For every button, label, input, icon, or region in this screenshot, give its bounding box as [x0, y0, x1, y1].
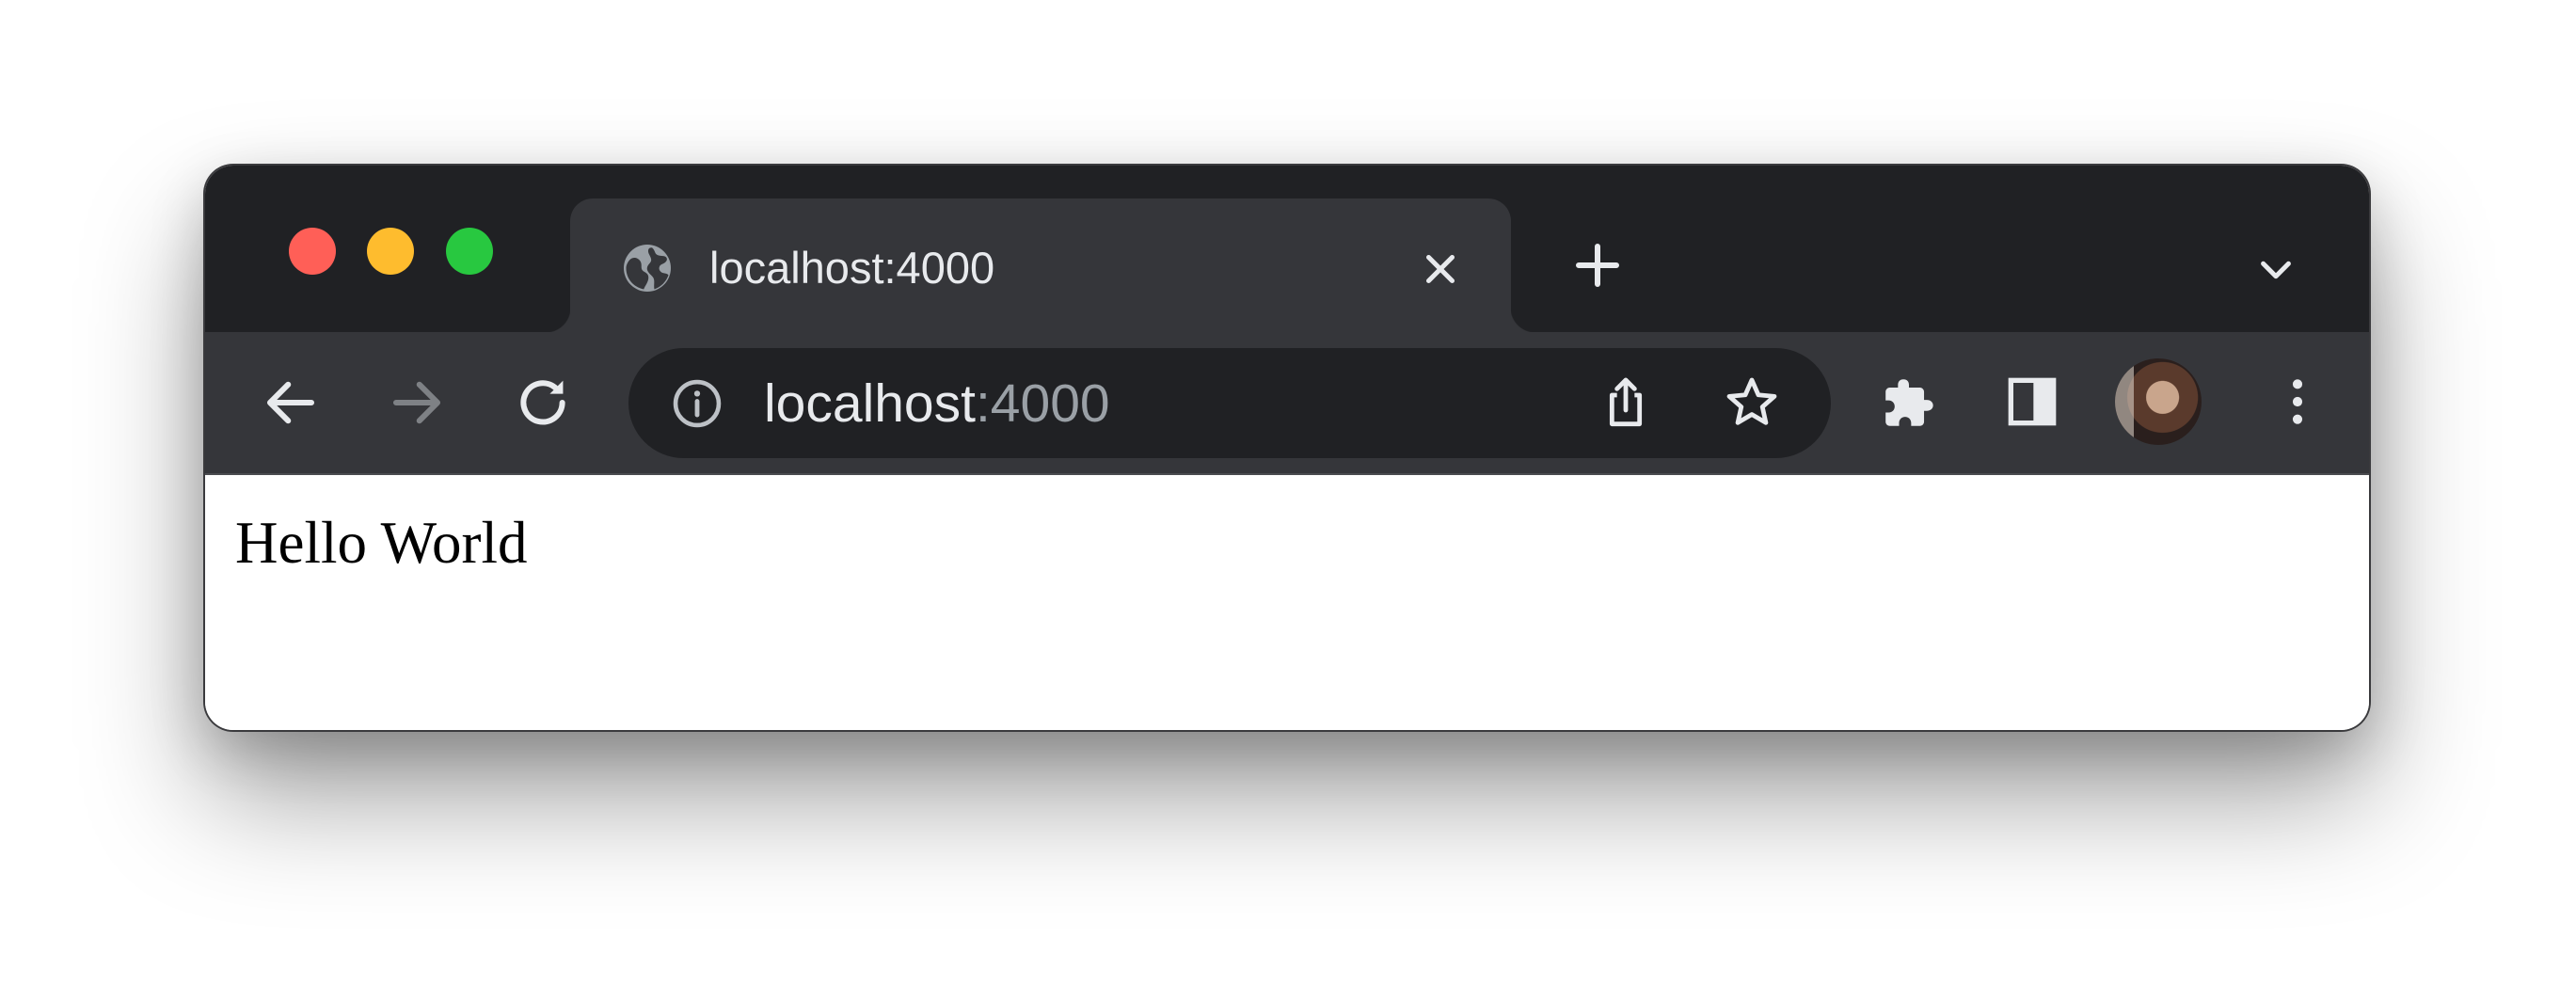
chevron-down-icon[interactable] — [2254, 248, 2298, 292]
address-bar[interactable]: localhost:4000 — [628, 348, 1831, 458]
side-panel-icon[interactable] — [2002, 372, 2062, 432]
url-text[interactable]: localhost:4000 — [764, 373, 1110, 434]
browser-window: localhost:4000 localhost:4000 Hello Worl… — [205, 166, 2369, 730]
window-minimize-button[interactable] — [367, 228, 414, 275]
puzzle-icon[interactable] — [1876, 370, 1942, 436]
tab-strip: localhost:4000 — [205, 166, 2369, 332]
close-icon[interactable] — [1417, 246, 1464, 293]
avatar[interactable] — [2115, 358, 2202, 445]
info-icon[interactable] — [670, 376, 724, 431]
url-port: :4000 — [975, 373, 1110, 434]
window-maximize-button[interactable] — [446, 228, 493, 275]
window-close-button[interactable] — [289, 228, 336, 275]
page-content: Hello World — [205, 475, 2369, 730]
star-icon[interactable] — [1722, 373, 1782, 433]
arrow-left-icon[interactable] — [260, 372, 322, 434]
tab-title: localhost:4000 — [709, 243, 995, 293]
more-vert-icon[interactable] — [2267, 372, 2328, 432]
share-icon[interactable] — [1596, 373, 1656, 433]
reload-icon[interactable] — [512, 372, 574, 434]
plus-icon[interactable] — [1569, 237, 1626, 294]
page-text: Hello World — [235, 510, 528, 576]
url-host: localhost — [764, 373, 976, 434]
globe-icon — [619, 240, 676, 296]
toolbar: localhost:4000 — [205, 332, 2369, 475]
arrow-right-icon[interactable] — [386, 372, 448, 434]
tab-localhost[interactable]: localhost:4000 — [546, 198, 1535, 332]
